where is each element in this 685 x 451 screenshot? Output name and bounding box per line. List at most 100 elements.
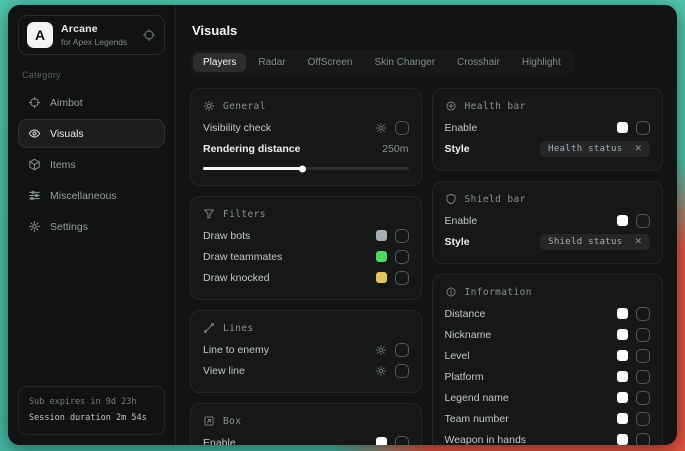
subscription-card: Sub expires in 9d 23h Session duration 2… — [18, 386, 165, 435]
sidebar-item-visuals[interactable]: Visuals — [18, 119, 165, 148]
tab-crosshair[interactable]: Crosshair — [447, 53, 510, 72]
checkbox[interactable] — [395, 121, 409, 135]
checkbox[interactable] — [636, 391, 650, 405]
card-title: Lines — [223, 323, 254, 334]
checkbox[interactable] — [636, 349, 650, 363]
row-settings-icon[interactable] — [375, 365, 387, 377]
clear-icon[interactable]: ✕ — [634, 237, 642, 246]
sun-icon — [203, 100, 215, 112]
clear-icon[interactable]: ✕ — [634, 144, 642, 153]
checkbox[interactable] — [636, 214, 650, 228]
setting-row: Line to enemy — [203, 339, 409, 360]
checkbox[interactable] — [636, 433, 650, 446]
sidebar-item-items[interactable]: Items — [18, 150, 165, 179]
checkbox[interactable] — [395, 271, 409, 285]
card-title: Shield bar — [465, 194, 526, 205]
setting-label: Legend name — [445, 392, 509, 404]
setting-label: Visibility check — [203, 122, 271, 134]
checkbox[interactable] — [395, 343, 409, 357]
sidebar-item-label: Visuals — [50, 128, 84, 140]
card-header: General — [203, 100, 409, 112]
style-select[interactable]: Health status✕ — [540, 141, 650, 157]
setting-row: Enable — [445, 210, 651, 231]
sub-expires-text: Sub expires in 9d 23h — [29, 395, 154, 410]
row-settings-icon[interactable] — [375, 122, 387, 134]
color-swatch[interactable] — [617, 308, 628, 319]
sidebar-item-settings[interactable]: Settings — [18, 212, 165, 241]
sliders-icon — [28, 189, 41, 202]
sidebar-item-aimbot[interactable]: Aimbot — [18, 88, 165, 117]
setting-label: Draw teammates — [203, 251, 282, 263]
profile-settings-icon[interactable] — [142, 28, 156, 42]
setting-label: Draw knocked — [203, 272, 270, 284]
tab-offscreen[interactable]: OffScreen — [298, 53, 363, 72]
color-swatch[interactable] — [617, 122, 628, 133]
color-swatch[interactable] — [376, 251, 387, 262]
color-swatch[interactable] — [617, 215, 628, 226]
card-lines: Lines Line to enemy View line — [190, 310, 422, 393]
setting-row: Visibility check — [203, 117, 409, 138]
setting-row: Weapon in hands — [445, 429, 651, 445]
profile-card: A Arcane for Apex Legends — [18, 15, 165, 55]
gear-icon — [28, 220, 41, 233]
tab-radar[interactable]: Radar — [248, 53, 295, 72]
settings-column: General Visibility check Rendering distanc… — [190, 88, 422, 445]
color-swatch[interactable] — [376, 230, 387, 241]
slider-thumb[interactable] — [299, 165, 306, 172]
color-swatch[interactable] — [617, 371, 628, 382]
checkbox[interactable] — [395, 364, 409, 378]
color-swatch[interactable] — [617, 329, 628, 340]
setting-row: Nickname — [445, 324, 651, 345]
color-swatch[interactable] — [617, 350, 628, 361]
style-select[interactable]: Shield status✕ — [540, 234, 650, 250]
session-duration-text: Session duration 2m 54s — [29, 411, 154, 426]
shield-icon — [445, 193, 457, 205]
color-swatch[interactable] — [617, 434, 628, 445]
setting-row: Distance — [445, 303, 651, 324]
setting-label: Weapon in hands — [445, 434, 527, 446]
plus-circle-icon — [445, 100, 457, 112]
page-title: Visuals — [192, 23, 663, 38]
sidebar-item-miscellaneous[interactable]: Miscellaneous — [18, 181, 165, 210]
setting-row: Rendering distance250m — [203, 138, 409, 159]
color-swatch[interactable] — [617, 392, 628, 403]
tab-skin-changer[interactable]: Skin Changer — [364, 53, 445, 72]
setting-row: Draw knocked — [203, 267, 409, 288]
tab-players[interactable]: Players — [193, 53, 246, 72]
app-logo: A — [27, 22, 53, 48]
gear-icon — [375, 365, 387, 377]
checkbox[interactable] — [636, 412, 650, 426]
setting-label: Draw bots — [203, 230, 250, 242]
card-header: Shield bar — [445, 193, 651, 205]
setting-label: Style — [445, 143, 470, 155]
app-titles: Arcane for Apex Legends — [61, 23, 127, 47]
sidebar-item-label: Aimbot — [50, 97, 83, 109]
checkbox[interactable] — [636, 370, 650, 384]
settings-column: Health bar Enable Style Health status✕ Shiel… — [432, 88, 664, 445]
row-settings-icon[interactable] — [375, 344, 387, 356]
checkbox[interactable] — [395, 229, 409, 243]
card-header: Health bar — [445, 100, 651, 112]
checkbox[interactable] — [636, 121, 650, 135]
slider-value: 250m — [382, 143, 408, 155]
setting-label: Platform — [445, 371, 484, 383]
card-shield-bar: Shield bar Enable Style Shield status✕ — [432, 181, 664, 264]
color-swatch[interactable] — [376, 437, 387, 445]
color-swatch[interactable] — [376, 272, 387, 283]
setting-label: View line — [203, 365, 245, 377]
sidebar-item-label: Miscellaneous — [50, 190, 117, 202]
setting-row: Enable — [203, 432, 409, 445]
checkbox[interactable] — [395, 250, 409, 264]
setting-label: Style — [445, 236, 470, 248]
sidebar: A Arcane for Apex Legends Category Aimbo… — [8, 5, 176, 445]
checkbox[interactable] — [636, 328, 650, 342]
color-swatch[interactable] — [617, 413, 628, 424]
rendering-distance-slider[interactable] — [203, 167, 409, 170]
line-icon — [203, 322, 215, 334]
card-header: Box — [203, 415, 409, 427]
card-title: Information — [465, 287, 532, 298]
tab-bar: PlayersRadarOffScreenSkin ChangerCrossha… — [190, 50, 574, 75]
checkbox[interactable] — [395, 436, 409, 446]
checkbox[interactable] — [636, 307, 650, 321]
tab-highlight[interactable]: Highlight — [512, 53, 571, 72]
